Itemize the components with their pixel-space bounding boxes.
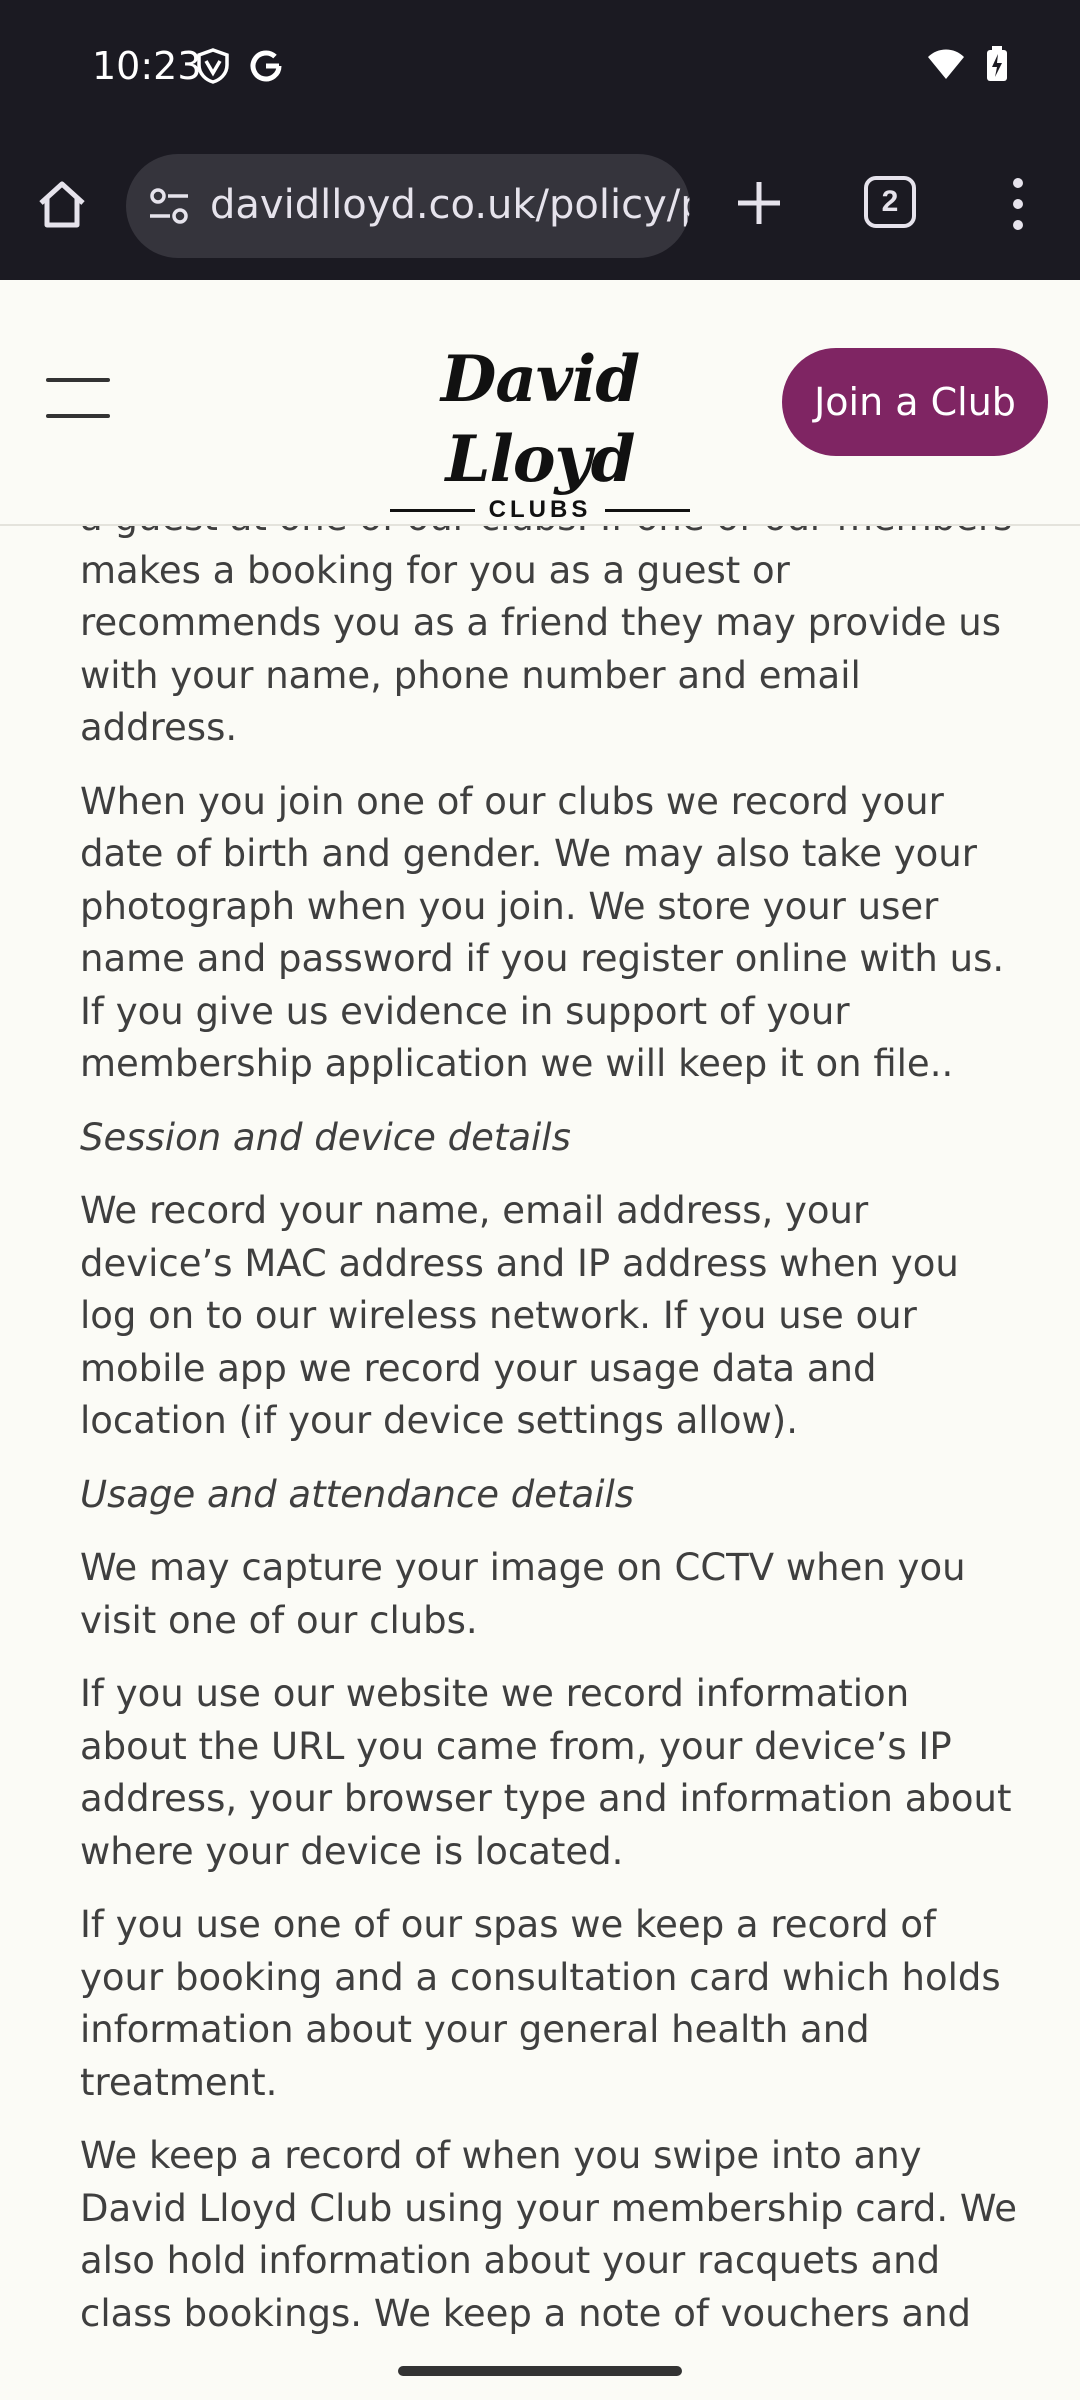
home-button[interactable]: [30, 172, 94, 236]
content-area[interactable]: a guest at one of our clubs. If one of o…: [0, 526, 1080, 2336]
gesture-pill[interactable]: [398, 2366, 682, 2376]
new-tab-button[interactable]: [726, 170, 792, 236]
paragraph: If you use one of our spas we keep a rec…: [80, 1903, 1001, 2104]
status-bar: 10:23: [0, 0, 1080, 134]
paragraph: When you join one of our clubs we record…: [80, 779, 1005, 1086]
battery-charging-icon: [987, 46, 1007, 81]
status-time: 10:23: [92, 44, 202, 88]
logo-sub-text: CLUBS: [488, 496, 592, 523]
url-text: davidlloyd.co.uk/policy/privacy: [210, 182, 690, 228]
status-icons-left: [196, 48, 284, 84]
paragraph: We record your name, email address, your…: [80, 1189, 959, 1442]
tabs-icon[interactable]: 2: [864, 176, 916, 228]
vpn-shield-icon: [197, 48, 229, 84]
hamburger-menu-icon[interactable]: [46, 378, 110, 418]
home-icon: [39, 181, 85, 228]
logo-script: David Lloyd: [440, 342, 640, 497]
paragraph: If you use our website we record informa…: [80, 1672, 1012, 1873]
gesture-bar: [0, 2336, 1080, 2400]
section-subheading: Usage and attendance details: [80, 1472, 635, 1516]
logo-sub: CLUBS: [390, 496, 690, 524]
browser-toolbar: davidlloyd.co.uk/policy/privacy 2: [0, 134, 1080, 280]
wifi-icon: [928, 49, 964, 79]
paragraph: We may capture your image on CCTV when y…: [80, 1546, 966, 1642]
site-header: David Lloyd CLUBS Join a Club: [0, 282, 1080, 526]
paragraph: We keep a record of when you swipe into …: [80, 2134, 1018, 2335]
status-icons-right: [926, 46, 1008, 82]
more-vert-icon[interactable]: [1000, 172, 1036, 236]
paragraph: a guest at one of our clubs. If one of o…: [80, 526, 1012, 749]
section-subheading: Session and device details: [80, 1115, 571, 1159]
plus-icon: [738, 182, 780, 224]
join-a-club-button[interactable]: Join a Club: [782, 348, 1048, 456]
policy-article: a guest at one of our clubs. If one of o…: [80, 526, 1020, 2336]
google-icon: [250, 50, 282, 82]
url-bar[interactable]: davidlloyd.co.uk/policy/privacy: [126, 154, 690, 258]
site-settings-icon[interactable]: [148, 186, 190, 226]
site-logo[interactable]: David Lloyd CLUBS: [390, 340, 690, 523]
